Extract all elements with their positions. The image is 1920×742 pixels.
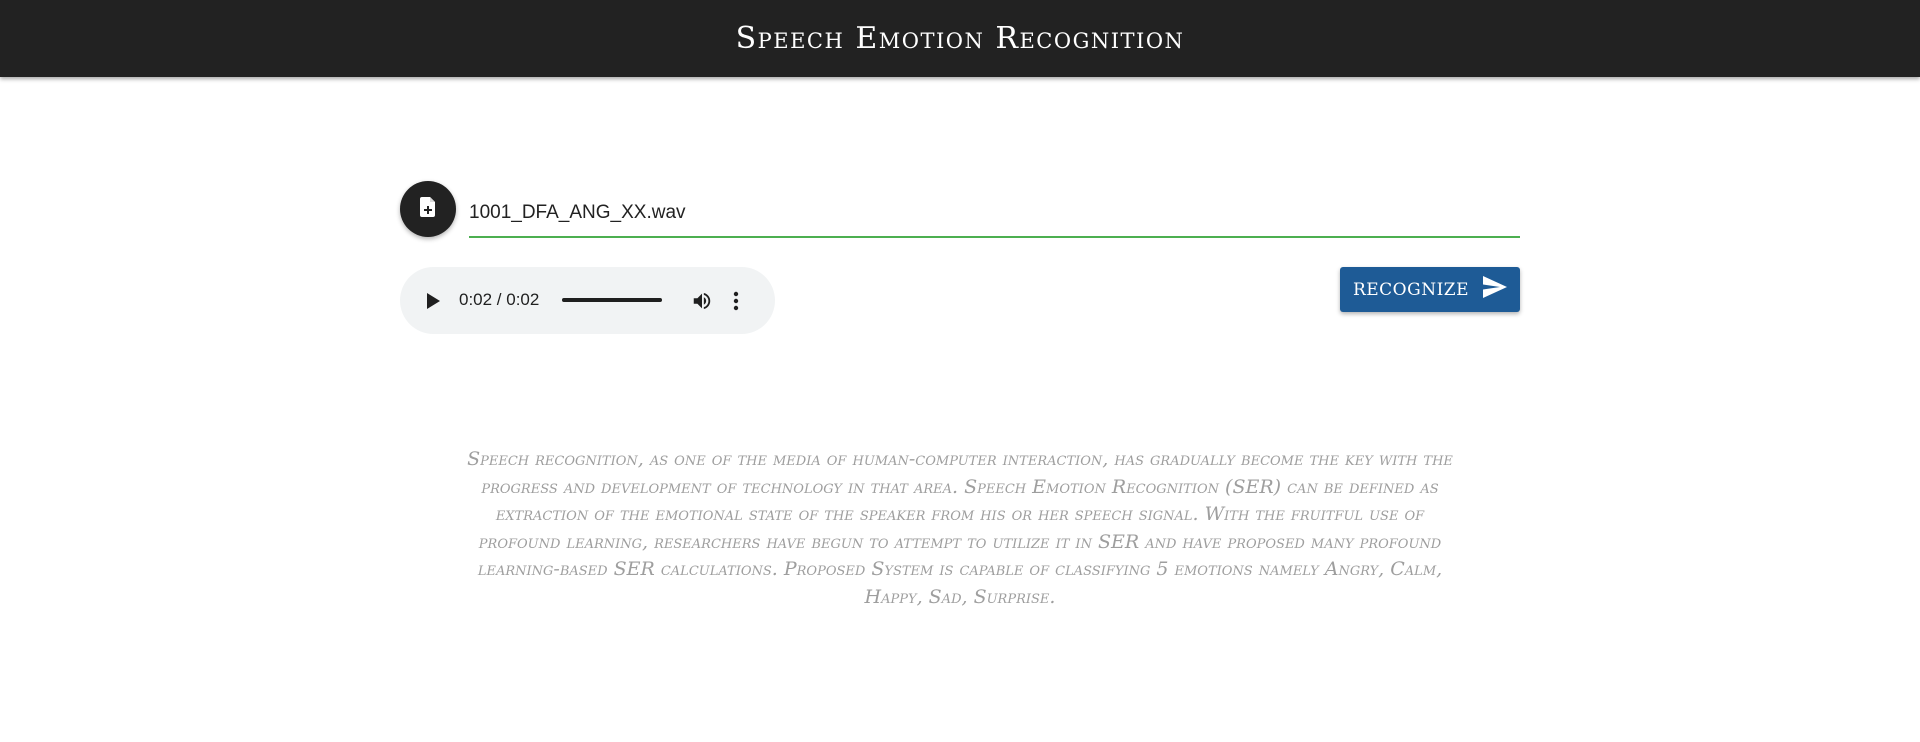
description-text: Speech recognition, as one of the media …: [467, 448, 1453, 608]
file-add-icon: [416, 195, 440, 224]
audio-seek-bar[interactable]: [562, 298, 662, 302]
volume-icon[interactable]: [691, 290, 713, 312]
upload-file-button[interactable]: [400, 181, 456, 237]
audio-time: 0:02 / 0:02: [459, 290, 540, 309]
play-icon[interactable]: [424, 292, 442, 310]
app-bar: Speech Emotion Recognition: [0, 0, 1920, 77]
audio-seek-progress: [562, 298, 662, 302]
recognize-label: RECOGNIZE: [1352, 279, 1470, 300]
file-name-field[interactable]: [469, 190, 1520, 238]
app-title: Speech Emotion Recognition: [735, 21, 1185, 56]
more-vert-icon[interactable]: [732, 290, 740, 312]
recognize-button[interactable]: RECOGNIZE: [1340, 267, 1520, 312]
audio-player[interactable]: 0:02 / 0:02: [400, 267, 775, 334]
send-icon: [1483, 276, 1508, 303]
